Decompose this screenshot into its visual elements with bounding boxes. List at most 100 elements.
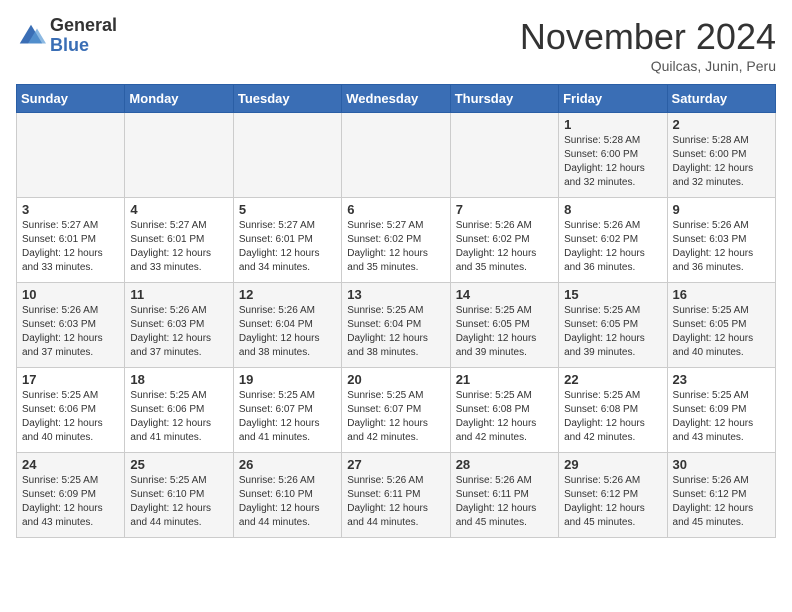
- day-number: 20: [347, 372, 444, 387]
- day-cell: 14 Sunrise: 5:25 AM Sunset: 6:05 PM Dayli…: [450, 283, 558, 368]
- day-info: Sunrise: 5:25 AM Sunset: 6:07 PM Dayligh…: [239, 389, 336, 445]
- day-info: Sunrise: 5:26 AM Sunset: 6:03 PM Dayligh…: [673, 219, 770, 275]
- calendar-table: SundayMondayTuesdayWednesdayThursdayFrid…: [16, 84, 776, 538]
- day-info: Sunrise: 5:26 AM Sunset: 6:12 PM Dayligh…: [673, 474, 770, 530]
- day-number: 6: [347, 202, 444, 217]
- day-cell: 28Sunrise: 5:26 AM Sunset: 6:11 PM Dayli…: [450, 453, 558, 538]
- day-cell: 16Sunrise: 5:25 AM Sunset: 6:05 PM Dayli…: [667, 283, 775, 368]
- week-row-1: 1Sunrise: 5:28 AM Sunset: 6:00 PM Daylig…: [17, 113, 776, 198]
- day-number: 11: [130, 287, 227, 302]
- day-cell: 2 Sunrise: 5:28 AM Sunset: 6:00 PM Daylig…: [667, 113, 775, 198]
- day-cell: 9Sunrise: 5:26 AM Sunset: 6:03 PM Daylig…: [667, 198, 775, 283]
- day-info: Sunrise: 5:25 AM Sunset: 6:07 PM Dayligh…: [347, 389, 444, 445]
- day-info: Sunrise: 5:28 AM Sunset: 6:00 PM Dayligh…: [673, 134, 770, 190]
- day-header-monday: Monday: [125, 85, 233, 113]
- day-header-saturday: Saturday: [667, 85, 775, 113]
- week-row-5: 24Sunrise: 5:25 AM Sunset: 6:09 PM Dayli…: [17, 453, 776, 538]
- day-cell: [17, 113, 125, 198]
- day-cell: 21 Sunrise: 5:25 AM Sunset: 6:08 PM Dayli…: [450, 368, 558, 453]
- day-cell: 11 Sunrise: 5:26 AM Sunset: 6:03 PM Dayli…: [125, 283, 233, 368]
- logo-icon: [16, 21, 46, 51]
- day-info: Sunrise: 5:26 AM Sunset: 6:11 PM Dayligh…: [347, 474, 444, 530]
- day-info: Sunrise: 5:25 AM Sunset: 6:05 PM Dayligh…: [564, 304, 661, 360]
- day-info: Sunrise: 5:25 AM Sunset: 6:06 PM Dayligh…: [130, 389, 227, 445]
- day-info: Sunrise: 5:26 AM Sunset: 6:03 PM Dayligh…: [130, 304, 227, 360]
- day-number: 16: [673, 287, 770, 302]
- day-cell: 12Sunrise: 5:26 AM Sunset: 6:04 PM Dayli…: [233, 283, 341, 368]
- day-number: 4: [130, 202, 227, 217]
- day-number: 23: [673, 372, 770, 387]
- week-row-4: 17 Sunrise: 5:25 AM Sunset: 6:06 PM Dayli…: [17, 368, 776, 453]
- day-header-row: SundayMondayTuesdayWednesdayThursdayFrid…: [17, 85, 776, 113]
- day-cell: 18 Sunrise: 5:25 AM Sunset: 6:06 PM Dayli…: [125, 368, 233, 453]
- day-number: 19: [239, 372, 336, 387]
- day-number: 5: [239, 202, 336, 217]
- day-cell: 7 Sunrise: 5:26 AM Sunset: 6:02 PM Daylig…: [450, 198, 558, 283]
- day-number: 10: [22, 287, 119, 302]
- day-cell: 26Sunrise: 5:26 AM Sunset: 6:10 PM Dayli…: [233, 453, 341, 538]
- day-cell: 3 Sunrise: 5:27 AM Sunset: 6:01 PM Daylig…: [17, 198, 125, 283]
- day-cell: 29 Sunrise: 5:26 AM Sunset: 6:12 PM Dayli…: [559, 453, 667, 538]
- day-cell: 6 Sunrise: 5:27 AM Sunset: 6:02 PM Daylig…: [342, 198, 450, 283]
- day-cell: [233, 113, 341, 198]
- day-info: Sunrise: 5:26 AM Sunset: 6:03 PM Dayligh…: [22, 304, 119, 360]
- day-cell: 4 Sunrise: 5:27 AM Sunset: 6:01 PM Daylig…: [125, 198, 233, 283]
- day-number: 13: [347, 287, 444, 302]
- location-subtitle: Quilcas, Junin, Peru: [520, 58, 776, 74]
- day-info: Sunrise: 5:26 AM Sunset: 6:02 PM Dayligh…: [456, 219, 553, 275]
- page-header: General Blue November 2024 Quilcas, Juni…: [16, 16, 776, 74]
- day-number: 14: [456, 287, 553, 302]
- day-number: 17: [22, 372, 119, 387]
- day-header-tuesday: Tuesday: [233, 85, 341, 113]
- day-number: 15: [564, 287, 661, 302]
- day-info: Sunrise: 5:27 AM Sunset: 6:01 PM Dayligh…: [22, 219, 119, 275]
- day-info: Sunrise: 5:27 AM Sunset: 6:02 PM Dayligh…: [347, 219, 444, 275]
- day-cell: 30 Sunrise: 5:26 AM Sunset: 6:12 PM Dayli…: [667, 453, 775, 538]
- day-cell: 25 Sunrise: 5:25 AM Sunset: 6:10 PM Dayli…: [125, 453, 233, 538]
- day-number: 3: [22, 202, 119, 217]
- day-info: Sunrise: 5:25 AM Sunset: 6:05 PM Dayligh…: [456, 304, 553, 360]
- week-row-3: 10 Sunrise: 5:26 AM Sunset: 6:03 PM Dayli…: [17, 283, 776, 368]
- day-info: Sunrise: 5:25 AM Sunset: 6:06 PM Dayligh…: [22, 389, 119, 445]
- day-info: Sunrise: 5:25 AM Sunset: 6:08 PM Dayligh…: [456, 389, 553, 445]
- day-header-friday: Friday: [559, 85, 667, 113]
- day-info: Sunrise: 5:27 AM Sunset: 6:01 PM Dayligh…: [130, 219, 227, 275]
- day-cell: 22Sunrise: 5:25 AM Sunset: 6:08 PM Dayli…: [559, 368, 667, 453]
- day-info: Sunrise: 5:26 AM Sunset: 6:10 PM Dayligh…: [239, 474, 336, 530]
- day-number: 28: [456, 457, 553, 472]
- day-header-wednesday: Wednesday: [342, 85, 450, 113]
- day-number: 22: [564, 372, 661, 387]
- day-info: Sunrise: 5:26 AM Sunset: 6:12 PM Dayligh…: [564, 474, 661, 530]
- day-cell: [125, 113, 233, 198]
- day-cell: 24Sunrise: 5:25 AM Sunset: 6:09 PM Dayli…: [17, 453, 125, 538]
- day-info: Sunrise: 5:27 AM Sunset: 6:01 PM Dayligh…: [239, 219, 336, 275]
- day-cell: [342, 113, 450, 198]
- day-number: 30: [673, 457, 770, 472]
- day-number: 7: [456, 202, 553, 217]
- logo: General Blue: [16, 16, 117, 56]
- day-number: 2: [673, 117, 770, 132]
- day-number: 21: [456, 372, 553, 387]
- day-info: Sunrise: 5:25 AM Sunset: 6:04 PM Dayligh…: [347, 304, 444, 360]
- title-block: November 2024 Quilcas, Junin, Peru: [520, 16, 776, 74]
- day-cell: 13 Sunrise: 5:25 AM Sunset: 6:04 PM Dayli…: [342, 283, 450, 368]
- day-cell: 17 Sunrise: 5:25 AM Sunset: 6:06 PM Dayli…: [17, 368, 125, 453]
- day-info: Sunrise: 5:25 AM Sunset: 6:09 PM Dayligh…: [22, 474, 119, 530]
- day-header-thursday: Thursday: [450, 85, 558, 113]
- day-number: 25: [130, 457, 227, 472]
- day-info: Sunrise: 5:28 AM Sunset: 6:00 PM Dayligh…: [564, 134, 661, 190]
- day-number: 12: [239, 287, 336, 302]
- day-cell: 27 Sunrise: 5:26 AM Sunset: 6:11 PM Dayli…: [342, 453, 450, 538]
- day-number: 18: [130, 372, 227, 387]
- day-info: Sunrise: 5:25 AM Sunset: 6:10 PM Dayligh…: [130, 474, 227, 530]
- day-number: 27: [347, 457, 444, 472]
- day-cell: [450, 113, 558, 198]
- day-info: Sunrise: 5:25 AM Sunset: 6:09 PM Dayligh…: [673, 389, 770, 445]
- day-cell: 23 Sunrise: 5:25 AM Sunset: 6:09 PM Dayli…: [667, 368, 775, 453]
- day-info: Sunrise: 5:26 AM Sunset: 6:02 PM Dayligh…: [564, 219, 661, 275]
- logo-blue-text: Blue: [50, 36, 117, 56]
- day-header-sunday: Sunday: [17, 85, 125, 113]
- logo-general-text: General: [50, 16, 117, 36]
- day-cell: 1Sunrise: 5:28 AM Sunset: 6:00 PM Daylig…: [559, 113, 667, 198]
- day-number: 29: [564, 457, 661, 472]
